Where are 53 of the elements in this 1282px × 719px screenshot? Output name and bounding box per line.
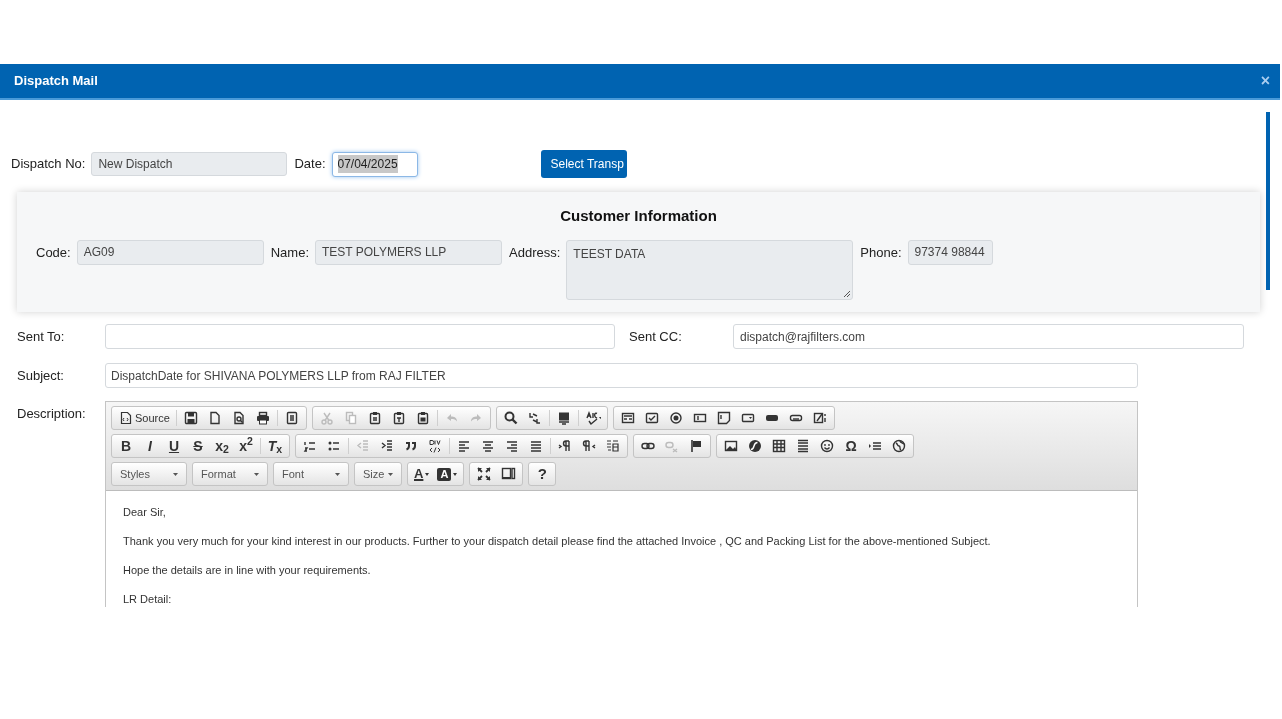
field-label: Phone: <box>860 243 902 262</box>
window-title: Dispatch Mail <box>14 72 98 91</box>
caret-icon <box>388 472 393 476</box>
caret-icon <box>254 472 259 476</box>
caret-icon <box>453 472 458 476</box>
text-field[interactable]: TEST POLYMERS LLP <box>315 239 502 265</box>
date-value-text: 07/04/2025 <box>337 155 398 173</box>
field-label: Sent To: <box>16 327 66 346</box>
select-transport-button[interactable]: Select Transp <box>540 150 627 178</box>
field-label: Code: <box>36 243 71 262</box>
toolbar-button[interactable]: S <box>186 436 210 456</box>
caret-icon <box>425 472 430 476</box>
scrollbar-thumb[interactable] <box>1266 112 1270 290</box>
toolbar-button[interactable]: U <box>162 436 186 456</box>
field-label: Dispatch No: <box>11 155 86 174</box>
caret-icon <box>335 472 340 476</box>
dropdown[interactable]: Format <box>192 462 268 486</box>
dispatch-number-field[interactable]: New Dispatch <box>91 152 288 176</box>
toolbar-button[interactable]: I <box>138 436 162 456</box>
dropdown[interactable]: Font <box>273 462 349 486</box>
field-label: Sent CC: <box>628 327 683 346</box>
toolbar-button[interactable]: x$^{2}$ <box>234 436 258 456</box>
sent-to-field[interactable] <box>105 324 615 349</box>
text-field[interactable]: 97374 98844 <box>907 239 993 265</box>
background-color-button[interactable]: A <box>433 464 462 484</box>
date-field[interactable]: 07/04/2025 <box>331 151 418 177</box>
caret-icon <box>173 472 178 476</box>
card-title: Customer Information <box>560 206 717 226</box>
paragraph: Hope the details are in line with your requirements. <box>123 563 372 577</box>
field-label: Date: <box>294 155 326 174</box>
field-label: Subject: <box>16 366 65 385</box>
subject-field[interactable]: DispatchDate for SHIVANA POLYMERS LLP from RAJ FILTER <box>105 363 1138 388</box>
field-label: Description: <box>16 405 87 423</box>
sent-cc-field[interactable]: dispatch@rajfilters.com <box>733 324 1244 349</box>
toolbar-button[interactable]: ? <box>531 464 554 484</box>
source-button[interactable]: Source <box>114 408 174 428</box>
toolbar-button[interactable]: B <box>114 436 138 456</box>
dropdown[interactable]: Styles <box>111 462 187 486</box>
text-field[interactable]: AG09 <box>76 239 264 265</box>
paragraph: Thank you very much for your kind interest in our products. Further to your dispatch detail please find the attached Invoice , QC and Packing List for the above-mentioned Subject. <box>123 534 992 548</box>
resize-handle-icon[interactable] <box>844 290 851 297</box>
paragraph: Dear Sir, <box>123 505 167 519</box>
toolbar-button[interactable]: T$_{x}$ <box>263 436 287 456</box>
field-label: Address: <box>509 243 561 262</box>
address-textarea[interactable]: TEEST DATA <box>566 239 854 300</box>
field-label: Name: <box>270 243 309 262</box>
close-button[interactable]: × <box>1260 73 1270 89</box>
dropdown[interactable]: Size <box>354 462 402 486</box>
text-color-button[interactable]: A <box>410 464 434 484</box>
page-code-icon <box>118 410 132 426</box>
toolbar-button[interactable]: x$_{2}$ <box>210 436 234 456</box>
paragraph: LR Detail: <box>123 592 173 606</box>
toolbar-button[interactable]: Ω <box>839 436 863 456</box>
